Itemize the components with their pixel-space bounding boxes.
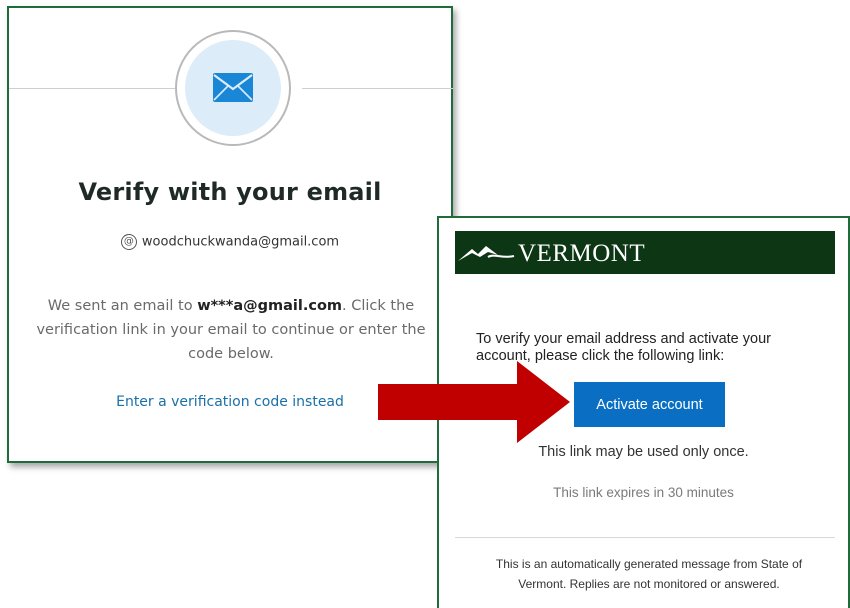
- account-email: @ woodchuckwanda@gmail.com: [9, 234, 451, 250]
- single-use-note: This link may be used only once.: [538, 444, 749, 460]
- masked-email: w***a@gmail.com: [197, 298, 343, 314]
- auto-message-footer: This is an automatically generated messa…: [495, 557, 803, 591]
- at-account-icon: @: [120, 234, 137, 250]
- activation-instructions: To verify your email address and activat…: [476, 331, 771, 364]
- divider-right: [302, 88, 453, 89]
- page-title: Verify with your email: [78, 178, 382, 206]
- account-email-text: woodchuckwanda@gmail.com: [141, 234, 340, 250]
- right-arrow-icon: [378, 361, 570, 443]
- expiry-note: This link expires in 30 minutes: [553, 485, 734, 500]
- footer-divider: [455, 537, 835, 538]
- divider-left: [9, 88, 176, 89]
- sent-message: We sent an email to w***a@gmail.com. Cli…: [35, 294, 427, 366]
- mail-icon-badge: [175, 30, 291, 146]
- vermont-header: VERMONT: [455, 231, 835, 274]
- activate-account-button[interactable]: Activate account: [574, 382, 725, 427]
- sent-message-prefix: We sent an email to: [47, 298, 198, 314]
- mail-icon-circle: [185, 40, 281, 136]
- vermont-brand: VERMONT: [518, 240, 646, 267]
- envelope-icon: [213, 73, 253, 102]
- mountain-logo-icon: [458, 246, 515, 261]
